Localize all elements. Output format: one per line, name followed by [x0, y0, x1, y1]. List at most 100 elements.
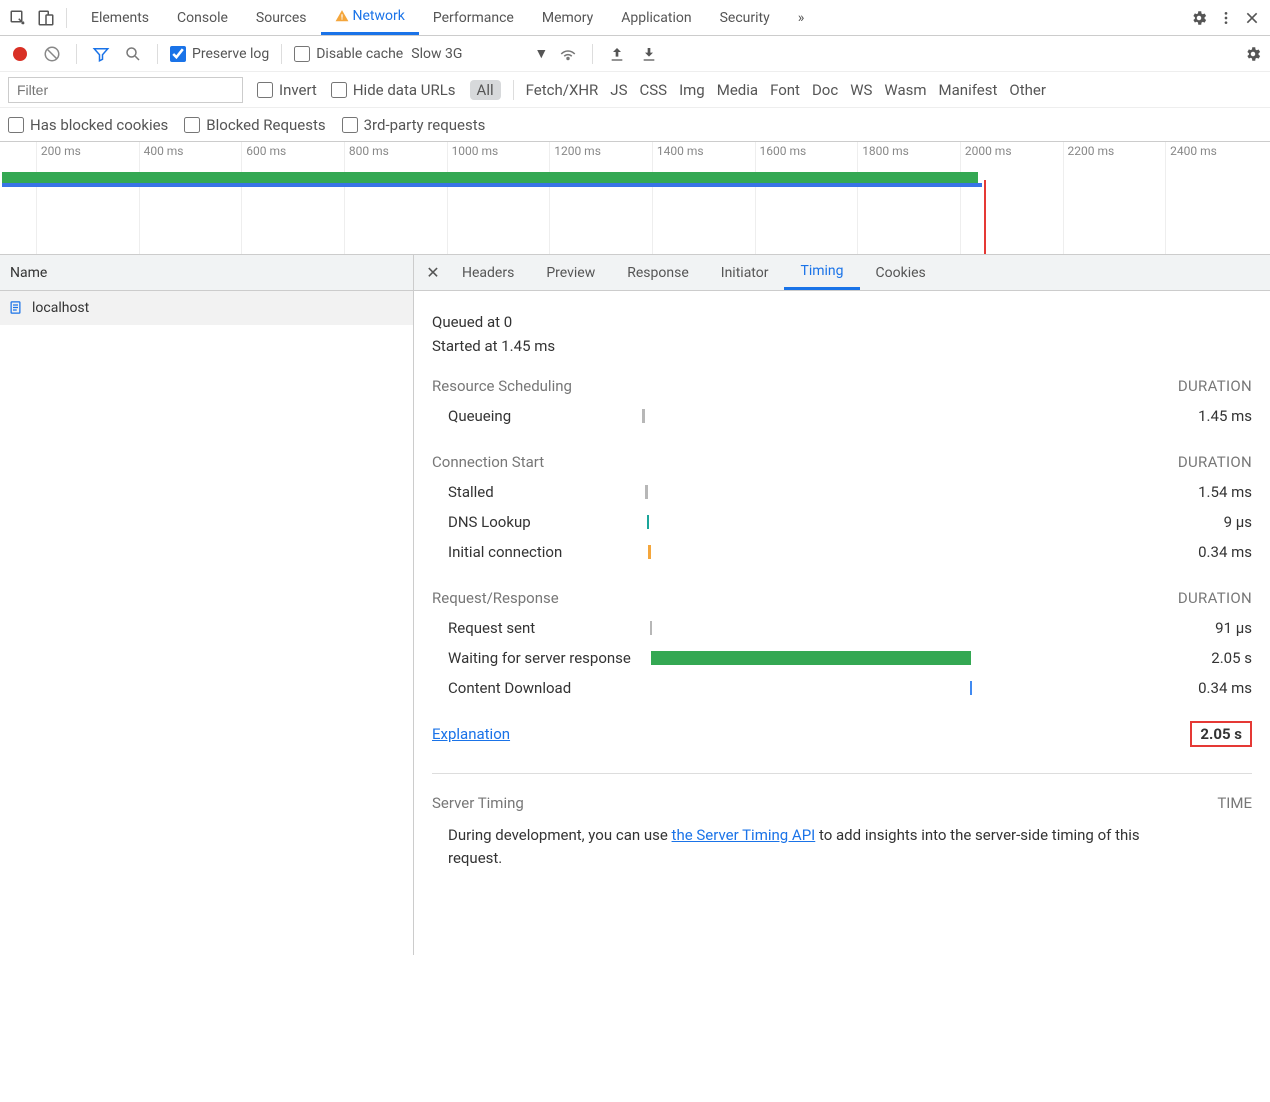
devtools-tabstrip: Elements Console Sources Network Perform…	[0, 0, 1270, 36]
network-toolbar: Preserve log Disable cache Slow 3G ▼	[0, 36, 1270, 72]
preserve-log-input[interactable]	[170, 46, 186, 62]
search-icon[interactable]	[121, 42, 145, 66]
chip-wasm[interactable]: Wasm	[884, 81, 926, 99]
gear-icon[interactable]	[1244, 45, 1262, 63]
explanation-link[interactable]: Explanation	[432, 725, 510, 743]
chip-font[interactable]: Font	[770, 81, 800, 99]
timing-metric-row: Request sent 91 µs	[432, 613, 1252, 643]
main-split: Name localhost ✕ Headers Preview Respons…	[0, 255, 1270, 955]
chip-media[interactable]: Media	[717, 81, 758, 99]
throttling-value: Slow 3G	[411, 46, 462, 62]
preserve-log-checkbox[interactable]: Preserve log	[170, 46, 269, 62]
section-title: Resource Scheduling	[432, 377, 572, 395]
dtab-headers[interactable]: Headers	[446, 255, 530, 290]
duration-header: DURATION	[1178, 453, 1252, 471]
record-icon[interactable]	[8, 42, 32, 66]
dtab-preview[interactable]: Preview	[530, 255, 611, 290]
chip-img[interactable]: Img	[679, 81, 705, 99]
type-filter-chips: All Fetch/XHR JS CSS Img Media Font Doc …	[470, 80, 1046, 100]
metric-value: 1.54 ms	[1142, 483, 1252, 501]
dtab-cookies[interactable]: Cookies	[860, 255, 942, 290]
metric-value: 2.05 s	[1142, 649, 1252, 667]
tab-performance[interactable]: Performance	[419, 0, 528, 35]
request-name: localhost	[32, 300, 89, 316]
close-icon[interactable]	[1244, 10, 1260, 26]
chip-other[interactable]: Other	[1009, 81, 1046, 99]
chip-all[interactable]: All	[470, 80, 501, 100]
duration-header: DURATION	[1178, 377, 1252, 395]
blocked-cookies-checkbox[interactable]: Has blocked cookies	[8, 116, 168, 134]
tab-overflow[interactable]: »	[784, 0, 819, 35]
metric-value: 1.45 ms	[1142, 407, 1252, 425]
metric-value: 91 µs	[1142, 619, 1252, 637]
download-icon[interactable]	[637, 42, 661, 66]
metric-label: Request sent	[432, 619, 642, 637]
metric-value: 9 µs	[1142, 513, 1252, 531]
document-icon	[8, 300, 24, 316]
chip-ws[interactable]: WS	[850, 81, 872, 99]
inspect-icon[interactable]	[4, 4, 32, 32]
upload-icon[interactable]	[605, 42, 629, 66]
blocked-requests-checkbox[interactable]: Blocked Requests	[184, 116, 325, 134]
throttling-select[interactable]: Slow 3G ▼	[411, 45, 548, 62]
tab-console[interactable]: Console	[163, 0, 242, 35]
invert-checkbox[interactable]: Invert	[257, 81, 317, 99]
tab-network[interactable]: Network	[321, 0, 419, 35]
chip-doc[interactable]: Doc	[812, 81, 838, 99]
filter-input[interactable]	[8, 77, 243, 103]
duration-header: DURATION	[1178, 589, 1252, 607]
filter-icon[interactable]	[89, 42, 113, 66]
server-timing-title: Server Timing	[432, 794, 524, 812]
disable-cache-label: Disable cache	[316, 46, 403, 62]
metric-value: 0.34 ms	[1142, 679, 1252, 697]
filter-row: Invert Hide data URLs All Fetch/XHR JS C…	[0, 72, 1270, 108]
disable-cache-checkbox[interactable]: Disable cache	[294, 46, 403, 62]
metric-label: Queueing	[432, 407, 642, 425]
chip-js[interactable]: JS	[610, 81, 627, 99]
warning-icon	[335, 9, 349, 23]
dtab-timing[interactable]: Timing	[784, 255, 859, 290]
chevron-down-icon: ▼	[534, 45, 548, 62]
request-list-header[interactable]: Name	[0, 255, 413, 291]
timing-metric-row: Content Download 0.34 ms	[432, 673, 1252, 703]
server-timing-section: Server Timing TIME During development, y…	[432, 794, 1252, 869]
tab-memory[interactable]: Memory	[528, 0, 607, 35]
section-title: Connection Start	[432, 453, 544, 471]
server-timing-api-link[interactable]: the Server Timing API	[672, 826, 816, 844]
timing-panel: Queued at 0 Started at 1.45 ms Resource …	[414, 291, 1270, 899]
gear-icon[interactable]	[1190, 9, 1208, 27]
server-timing-time-header: TIME	[1217, 794, 1252, 812]
total-time: 2.05 s	[1190, 721, 1252, 747]
chip-manifest[interactable]: Manifest	[939, 81, 998, 99]
metric-label: Stalled	[432, 483, 642, 501]
tab-network-label: Network	[353, 8, 405, 24]
request-list: Name localhost	[0, 255, 414, 955]
dtab-initiator[interactable]: Initiator	[705, 255, 785, 290]
kebab-icon[interactable]	[1218, 9, 1234, 27]
hide-data-urls-checkbox[interactable]: Hide data URLs	[331, 81, 456, 99]
device-toggle-icon[interactable]	[32, 4, 60, 32]
disable-cache-input[interactable]	[294, 46, 310, 62]
timing-metric-row: Queueing 1.45 ms	[432, 401, 1252, 431]
timing-metric-row: DNS Lookup 9 µs	[432, 507, 1252, 537]
chip-css[interactable]: CSS	[639, 81, 667, 99]
third-party-checkbox[interactable]: 3rd-party requests	[342, 116, 486, 134]
network-conditions-icon[interactable]	[556, 42, 580, 66]
detail-tabs: ✕ Headers Preview Response Initiator Tim…	[414, 255, 1270, 291]
timeline-overview[interactable]: 200 ms400 ms600 ms800 ms1000 ms1200 ms14…	[0, 142, 1270, 255]
tab-application[interactable]: Application	[607, 0, 705, 35]
dtab-response[interactable]: Response	[611, 255, 705, 290]
chip-fetchxhr[interactable]: Fetch/XHR	[526, 81, 599, 99]
metric-label: Content Download	[432, 679, 642, 697]
server-timing-copy-pre: During development, you can use	[448, 826, 672, 844]
request-detail: ✕ Headers Preview Response Initiator Tim…	[414, 255, 1270, 955]
request-row[interactable]: localhost	[0, 291, 413, 325]
tab-security[interactable]: Security	[706, 0, 784, 35]
tab-elements[interactable]: Elements	[77, 0, 163, 35]
detail-close-icon[interactable]: ✕	[420, 263, 446, 282]
filter-row-2: Has blocked cookies Blocked Requests 3rd…	[0, 108, 1270, 142]
clear-icon[interactable]	[40, 42, 64, 66]
metric-label: Initial connection	[432, 543, 642, 561]
tab-sources[interactable]: Sources	[242, 0, 321, 35]
metric-label: Waiting for server response	[432, 649, 642, 667]
